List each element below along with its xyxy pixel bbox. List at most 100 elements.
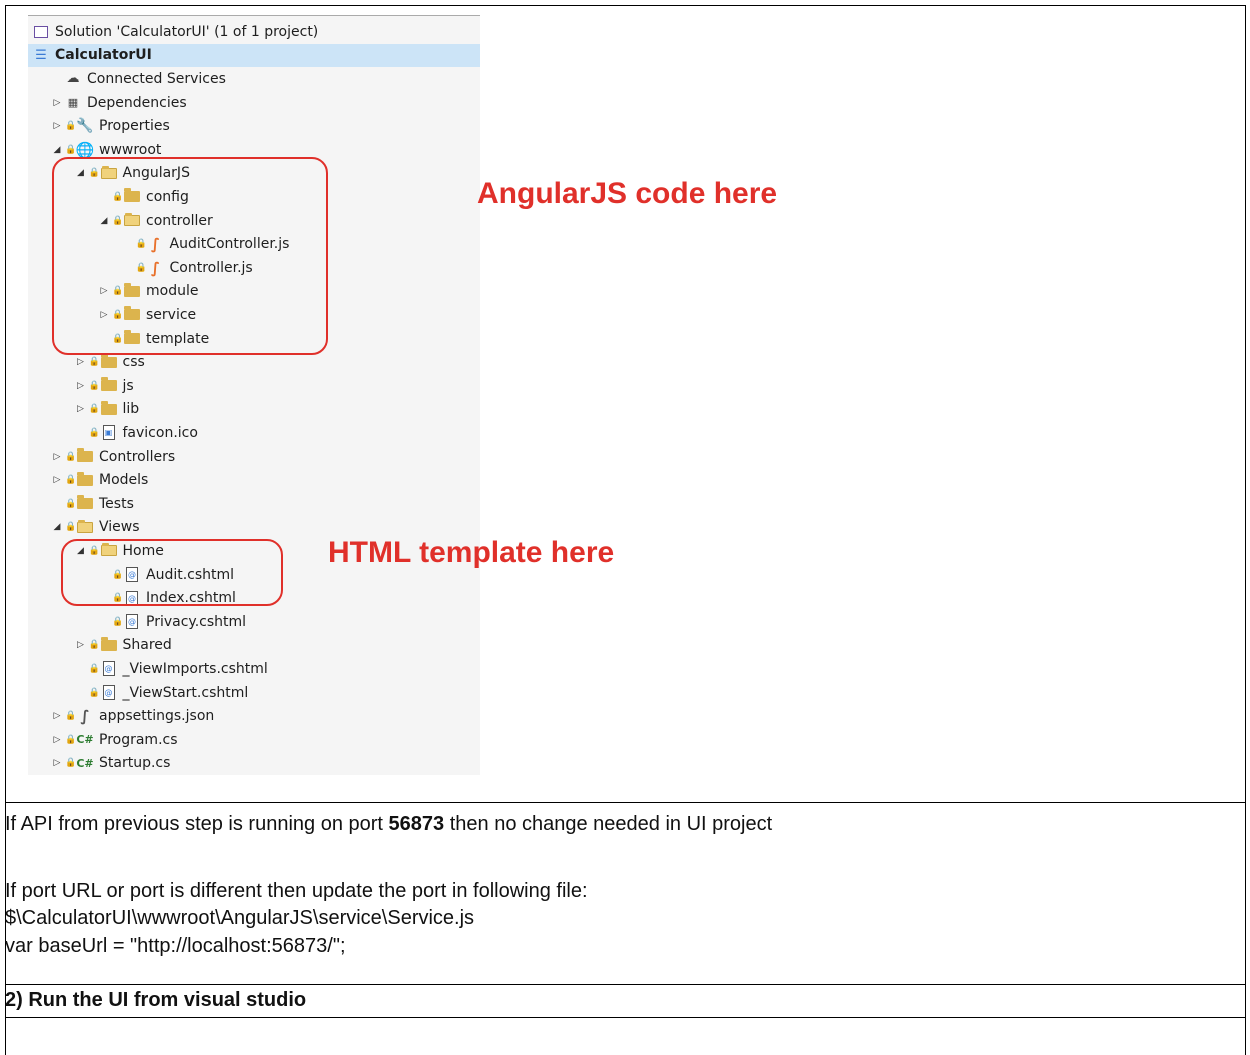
tree-item-label: Shared [122, 637, 172, 654]
solution-icon [32, 24, 50, 40]
lock-icon: 🔒 [88, 404, 101, 415]
tree-item-label: Controllers [99, 448, 176, 465]
lock-icon: 🔒 [65, 475, 77, 486]
tree-item-label: _ViewStart.cshtml [122, 684, 249, 701]
tree-item[interactable]: 🔒 ▣ favicon.ico [28, 421, 480, 445]
tree-item-label: wwwroot [99, 141, 162, 158]
document-page: Solution 'CalculatorUI' (1 of 1 project)… [0, 0, 1250, 1055]
table-border-right [1245, 5, 1246, 1055]
tree-item-label: Models [99, 472, 149, 489]
tree-item-label: Solution 'CalculatorUI' (1 of 1 project) [55, 23, 319, 40]
folder-icon [100, 377, 118, 394]
tree-item-label: CalculatorUI [55, 47, 152, 64]
lock-icon: 🔒 [88, 427, 101, 438]
expand-arrow-icon[interactable]: ▷ [50, 709, 64, 723]
lock-icon: 🔒 [88, 357, 101, 368]
table-divider-3 [5, 1017, 1246, 1018]
tree-item[interactable]: 🔒 Tests [28, 492, 480, 516]
tree-item-label: Views [99, 519, 140, 536]
table-border-top [5, 5, 1246, 6]
image-file-icon: ▣ [100, 425, 118, 441]
tree-item[interactable]: ▷ 🔒 Models [28, 468, 480, 492]
lock-icon: 🔒 [65, 758, 77, 769]
tree-item-label: appsettings.json [99, 708, 215, 725]
tree-item-label: _ViewImports.cshtml [122, 660, 268, 677]
globe-icon: 🌐 [75, 140, 95, 159]
solution-explorer: Solution 'CalculatorUI' (1 of 1 project)… [28, 15, 480, 775]
tree-item-label: favicon.ico [122, 424, 198, 441]
tree-item[interactable]: 🔒 @ Privacy.cshtml [28, 610, 480, 634]
expand-arrow-icon[interactable]: ▷ [74, 638, 88, 652]
lock-icon: 🔒 [65, 734, 77, 745]
tree-item[interactable]: ☰ CalculatorUI [28, 43, 480, 68]
collapse-arrow-icon[interactable]: ◢ [50, 520, 64, 534]
expand-arrow-icon[interactable]: ▷ [50, 96, 64, 110]
lock-icon: 🔒 [65, 711, 77, 722]
home-views-callout [61, 539, 283, 606]
connected-services-icon: ☁ [66, 71, 80, 87]
update-port-note: If port URL or port is different then up… [5, 880, 588, 902]
lock-icon: 🔒 [88, 640, 101, 651]
port-note-suffix: then no change needed in UI project [444, 813, 773, 835]
tree-item[interactable]: ▷ 🔒 js [28, 374, 480, 398]
tree-item-label: Properties [99, 118, 170, 135]
port-note-prefix: If API from previous step is running on … [5, 813, 389, 835]
html-template-annotation: HTML template here [328, 536, 615, 569]
tree-item[interactable]: ▷ 🔒 🔧 Properties [28, 114, 480, 138]
tree-item[interactable]: ▷ 🔒 lib [28, 398, 480, 422]
tree-item-label: Tests [99, 495, 134, 512]
tree-item[interactable]: ▷ 🔒 Controllers [28, 445, 480, 469]
tree-item[interactable]: ▷ 🔒 Shared [28, 634, 480, 658]
tree-item[interactable]: Solution 'CalculatorUI' (1 of 1 project) [28, 20, 480, 44]
expand-arrow-icon[interactable]: ▷ [50, 756, 64, 770]
expand-arrow-icon[interactable]: ▷ [50, 733, 64, 747]
folder-icon [76, 495, 94, 512]
tree-item[interactable]: ☁ Connected Services [28, 67, 480, 91]
tree-item[interactable]: ▷ 🔒 C# Program.cs [28, 728, 480, 752]
dependencies-icon: ▦ [67, 96, 79, 110]
lock-icon: 🔒 [65, 144, 77, 155]
tree-item-label: js [122, 377, 134, 394]
tree-item[interactable]: 🔒 @ _ViewImports.cshtml [28, 657, 480, 681]
lock-icon: 🔒 [88, 663, 101, 674]
razor-file-icon: @ [100, 661, 118, 677]
folder-icon [100, 353, 118, 370]
razor-file-icon: @ [100, 685, 118, 701]
lock-icon: 🔒 [65, 498, 77, 509]
tree-item[interactable]: ▷ 🔒 C# Startup.cs [28, 752, 480, 776]
step-2-heading: 2) Run the UI from visual studio [5, 989, 307, 1011]
expand-arrow-icon[interactable]: ▷ [50, 119, 64, 133]
wrench-icon: 🔧 [76, 118, 94, 135]
tree-item[interactable]: ▷ ▦ Dependencies [28, 91, 480, 115]
lock-icon: 🔒 [88, 380, 101, 391]
collapse-arrow-icon[interactable]: ◢ [50, 143, 64, 157]
service-file-path: $\CalculatorUI\wwwroot\AngularJS\service… [5, 907, 475, 929]
tree-item[interactable]: 🔒 @ _ViewStart.cshtml [28, 681, 480, 705]
folder-open-icon [76, 519, 94, 535]
expand-arrow-icon[interactable]: ▷ [74, 355, 88, 369]
tree-item-label: Connected Services [87, 70, 226, 87]
tree-item-label: Startup.cs [99, 755, 171, 772]
expand-arrow-icon[interactable]: ▷ [74, 402, 88, 416]
base-url-line: var baseUrl = "http://localhost:56873/"; [5, 935, 346, 957]
table-divider-2 [5, 984, 1246, 985]
port-number: 56873 [388, 813, 445, 835]
lock-icon: 🔒 [65, 451, 77, 462]
tree-item[interactable]: ▷ 🔒 ∫ appsettings.json [28, 704, 480, 728]
tree-item-label: Dependencies [87, 94, 187, 111]
expand-arrow-icon[interactable]: ▷ [74, 379, 88, 393]
folder-icon [76, 448, 94, 465]
expand-arrow-icon[interactable]: ▷ [50, 450, 64, 464]
csharp-file-icon: C# [76, 733, 94, 747]
tree-item-label: Privacy.cshtml [146, 613, 247, 630]
tree-item-label: lib [122, 401, 140, 418]
csharp-file-icon: C# [76, 756, 94, 770]
expand-arrow-icon[interactable]: ▷ [50, 473, 64, 487]
folder-icon [76, 471, 94, 488]
